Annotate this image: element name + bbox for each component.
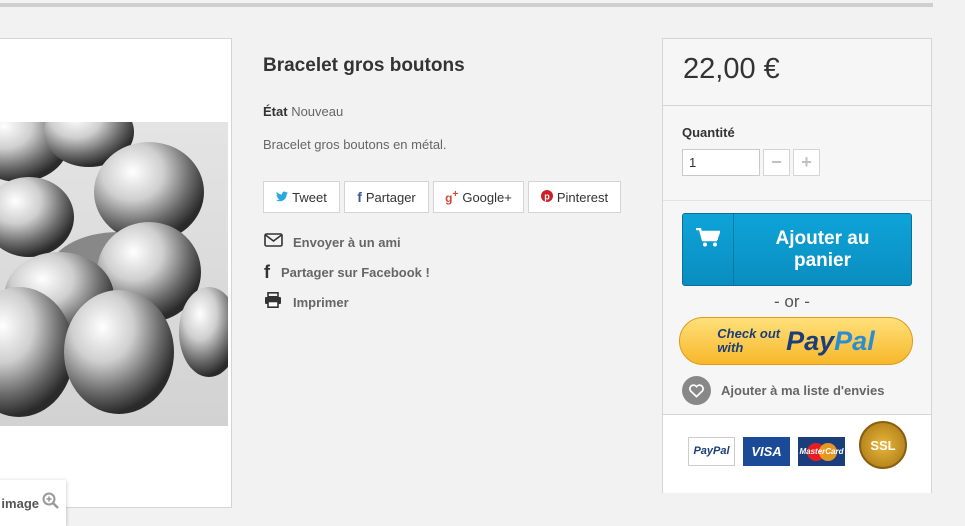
mastercard-label: MasterCard	[799, 446, 844, 456]
quantity-label: Quantité	[682, 125, 735, 140]
paypal-logo-pal: Pal	[834, 325, 875, 356]
product-title: Bracelet gros boutons	[263, 55, 465, 76]
visa-card-logo: VISA	[743, 436, 790, 466]
view-larger-label: image	[1, 495, 39, 511]
quantity-increase-button[interactable]: +	[793, 149, 820, 176]
pinterest-icon: p	[540, 189, 553, 205]
mastercard-logo: MasterCard	[798, 436, 845, 466]
product-photo[interactable]	[0, 122, 228, 426]
print-link[interactable]: Imprimer	[263, 287, 430, 317]
quantity-decrease-button[interactable]: −	[763, 149, 790, 176]
condition-label: État	[263, 104, 288, 119]
facebook-share-label: Partager	[365, 189, 416, 205]
quantity-section: Quantité − +	[663, 106, 931, 199]
view-larger-button[interactable]: image	[0, 480, 66, 526]
send-to-friend-label: Envoyer à un ami	[293, 234, 401, 250]
quantity-input[interactable]	[682, 149, 760, 176]
paypal-checkout-line2: with	[717, 340, 744, 355]
tweet-button[interactable]: Tweet	[263, 181, 340, 213]
zoom-in-icon	[42, 492, 60, 515]
add-to-cart-label: Ajouter au panier	[775, 227, 870, 271]
paypal-logo: PayPal	[786, 326, 875, 357]
social-share-buttons: Tweet f Partager g+ Google+ p Pinterest	[263, 181, 621, 213]
top-divider	[0, 3, 933, 7]
google-plus-button[interactable]: g+ Google+	[433, 181, 524, 213]
google-plus-label: Google+	[462, 189, 512, 205]
ssl-seal-icon: SSL	[859, 421, 907, 469]
paypal-card-logo: PayPal	[688, 436, 735, 466]
ssl-label: SSL	[870, 437, 896, 453]
heart-icon	[682, 376, 711, 405]
cart-icon	[683, 214, 734, 285]
buy-box: 22,00 € Quantité − + Ajouter au panier -…	[662, 38, 932, 493]
tweet-label: Tweet	[292, 189, 327, 205]
envelope-icon	[263, 233, 283, 251]
minus-icon: −	[771, 152, 782, 172]
paypal-checkout-line1: Check out	[717, 326, 781, 341]
printer-icon	[263, 292, 283, 312]
or-separator: - or -	[774, 292, 810, 311]
send-to-friend-link[interactable]: Envoyer à un ami	[263, 227, 430, 257]
paypal-checkout-text: Check out with	[717, 327, 780, 355]
price-section: 22,00 €	[663, 39, 931, 106]
facebook-icon: f	[264, 261, 270, 282]
paypal-logo-pay: Pay	[786, 325, 835, 356]
product-price: 22,00 €	[683, 53, 780, 85]
share-facebook-label: Partager sur Facebook !	[281, 264, 430, 280]
google-plus-icon: g+	[445, 189, 459, 205]
product-description: Bracelet gros boutons en métal.	[263, 137, 447, 152]
add-to-wishlist-link[interactable]: Ajouter à ma liste d'envies	[682, 376, 884, 405]
payment-logos: PayPal VISA MasterCard SSL	[663, 414, 931, 493]
svg-text:p: p	[544, 191, 550, 201]
condition-value: Nouveau	[291, 104, 344, 119]
facebook-icon: f	[357, 189, 362, 205]
print-label: Imprimer	[293, 294, 349, 310]
product-action-links: Envoyer à un ami f Partager sur Facebook…	[263, 227, 430, 317]
add-to-cart-button[interactable]: Ajouter au panier	[682, 213, 912, 286]
pinterest-label: Pinterest	[556, 189, 609, 205]
plus-icon: +	[801, 152, 812, 172]
paypal-checkout-button[interactable]: Check out with PayPal	[679, 317, 913, 365]
pinterest-button[interactable]: p Pinterest	[528, 181, 621, 213]
product-image-panel: image	[0, 38, 232, 526]
product-condition: État Nouveau	[263, 104, 343, 119]
wishlist-label: Ajouter à ma liste d'envies	[721, 383, 885, 398]
payment-cards: PayPal VISA MasterCard SSL	[688, 421, 907, 469]
bracelet-photo	[0, 122, 228, 426]
twitter-icon	[276, 190, 289, 205]
facebook-share-button[interactable]: f Partager	[344, 181, 429, 213]
share-facebook-link[interactable]: f Partager sur Facebook !	[263, 257, 430, 287]
